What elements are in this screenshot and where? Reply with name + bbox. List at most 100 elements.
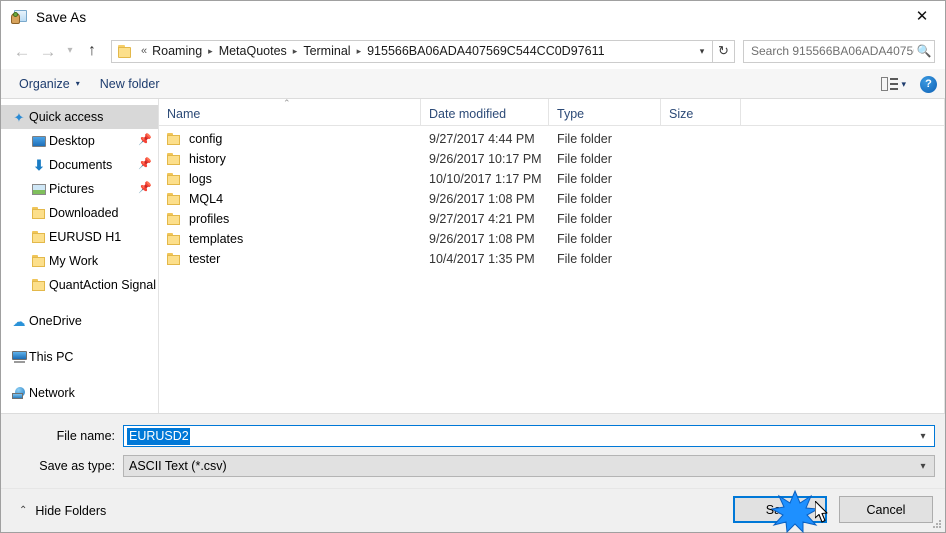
- file-name-label: tester: [189, 252, 221, 266]
- picture-icon: [29, 181, 49, 197]
- toolbar-right-group: ▾ ?: [881, 69, 937, 99]
- file-type-cell: File folder: [557, 252, 612, 266]
- sort-ascending-icon: ⌃: [283, 98, 291, 108]
- organize-label: Organize: [19, 76, 70, 91]
- column-header-size[interactable]: Size: [661, 99, 741, 125]
- file-name-cell: tester: [159, 252, 421, 266]
- save-as-type-chevron-down-icon[interactable]: ▾: [912, 456, 934, 476]
- breadcrumb-item-metaquotes[interactable]: MetaQuotes: [219, 44, 287, 58]
- breadcrumb-overflow[interactable]: «: [141, 45, 147, 57]
- breadcrumb-chevron-down-icon[interactable]: ▾: [692, 41, 712, 62]
- chevron-down-icon: ▾: [75, 79, 80, 88]
- sidebar-item-this-pc[interactable]: This PC: [1, 345, 158, 369]
- view-chevron-down-icon[interactable]: ▾: [901, 79, 906, 90]
- folder-icon: [167, 153, 181, 165]
- search-input[interactable]: Search 915566BA06ADA40756... 🔍: [743, 39, 935, 63]
- table-row[interactable]: profiles 9/27/2017 4:21 PM File folder: [159, 209, 944, 229]
- sidebar-item-label: Desktop: [49, 134, 95, 148]
- sidebar-item-quantaction-signal[interactable]: QuantAction Signal: [1, 273, 158, 297]
- monitor-icon: [29, 133, 49, 149]
- sidebar-item-label: Documents: [49, 158, 113, 172]
- file-name-value: EURUSD2: [127, 427, 190, 445]
- command-toolbar: Organize ▾ New folder ▾ ?: [1, 69, 945, 99]
- file-list: ⌃ Name Date modified Type Size config 9/…: [159, 99, 945, 413]
- table-row[interactable]: config 9/27/2017 4:44 PM File folder: [159, 129, 944, 149]
- organize-button[interactable]: Organize ▾: [9, 73, 90, 95]
- save-as-type-row: Save as type: ASCII Text (*.csv) ▾: [1, 454, 945, 478]
- folder-icon: [167, 133, 181, 145]
- close-icon[interactable]: ✕: [899, 1, 945, 32]
- sidebar-item-quick-access[interactable]: ✦ Quick access: [1, 105, 158, 129]
- column-header-date-modified[interactable]: Date modified: [421, 99, 549, 125]
- save-as-type-select[interactable]: ASCII Text (*.csv) ▾: [123, 455, 935, 477]
- file-type-cell: File folder: [557, 172, 612, 186]
- file-name-cell: templates: [159, 232, 421, 246]
- table-row[interactable]: history 9/26/2017 10:17 PM File folder: [159, 149, 944, 169]
- pin-icon[interactable]: 📌: [138, 135, 152, 146]
- file-name-input[interactable]: EURUSD2 ▾: [123, 425, 935, 447]
- sidebar-item-label: EURUSD H1: [49, 230, 122, 244]
- file-name-label: MQL4: [189, 192, 224, 206]
- sidebar-item-eurusd-h1[interactable]: EURUSD H1: [1, 225, 158, 249]
- file-name-label: logs: [189, 172, 212, 186]
- file-name-label: history: [189, 152, 226, 166]
- back-arrow-icon[interactable]: ←: [9, 38, 35, 64]
- table-row[interactable]: tester 10/4/2017 1:35 PM File folder: [159, 249, 944, 269]
- sidebar-item-pictures[interactable]: Pictures 📌: [1, 177, 158, 201]
- hide-folders-label: Hide Folders: [35, 503, 107, 518]
- navigation-sidebar: ✦ Quick access Desktop 📌 ⬇ Documents 📌 P…: [1, 99, 159, 413]
- sidebar-item-label: This PC: [29, 350, 74, 364]
- folder-icon: [29, 253, 49, 269]
- table-row[interactable]: templates 9/26/2017 1:08 PM File folder: [159, 229, 944, 249]
- window-title: Save As: [36, 9, 87, 25]
- chevron-up-icon: ⌃: [19, 505, 28, 516]
- sidebar-item-label: QuantAction Signal: [49, 278, 157, 292]
- file-name-cell: config: [159, 132, 421, 146]
- sidebar-item-network[interactable]: Network: [1, 381, 158, 405]
- refresh-icon[interactable]: ↻: [713, 39, 735, 63]
- file-type-cell: File folder: [557, 232, 612, 246]
- sidebar-item-documents[interactable]: ⬇ Documents 📌: [1, 153, 158, 177]
- title-bar: Save As ✕: [1, 1, 945, 33]
- sidebar-item-my-work[interactable]: My Work: [1, 249, 158, 273]
- hide-folders-button[interactable]: ⌃ Hide Folders: [19, 504, 106, 518]
- search-icon: 🔍: [916, 44, 932, 58]
- breadcrumb-item-roaming[interactable]: Roaming: [152, 44, 202, 58]
- breadcrumb[interactable]: « Roaming ▸ MetaQuotes ▸ Terminal ▸ 9155…: [111, 39, 713, 63]
- file-type-cell: File folder: [557, 152, 612, 166]
- file-name-cell: profiles: [159, 212, 421, 226]
- file-name-label: File name:: [56, 429, 115, 443]
- file-date-cell: 9/27/2017 4:21 PM: [429, 212, 535, 226]
- sidebar-item-label: Downloaded: [49, 206, 119, 220]
- dialog-body: ✦ Quick access Desktop 📌 ⬇ Documents 📌 P…: [1, 99, 945, 413]
- pin-icon[interactable]: 📌: [138, 183, 152, 194]
- up-arrow-icon[interactable]: ↑: [79, 38, 105, 64]
- folder-icon: [167, 193, 181, 205]
- help-button[interactable]: ?: [920, 75, 937, 93]
- pc-icon: [9, 349, 29, 365]
- table-row[interactable]: MQL4 9/26/2017 1:08 PM File folder: [159, 189, 944, 209]
- sidebar-item-downloaded[interactable]: Downloaded: [1, 201, 158, 225]
- resize-grip[interactable]: [933, 520, 942, 529]
- cancel-button[interactable]: Cancel: [839, 496, 933, 523]
- address-bar: ← → ▾ ↑ « Roaming ▸ MetaQuotes ▸ Termina…: [1, 33, 945, 69]
- sidebar-item-label: Network: [29, 386, 75, 400]
- recent-locations-chevron-down-icon[interactable]: ▾: [61, 38, 79, 64]
- file-type-cell: File folder: [557, 192, 612, 206]
- breadcrumb-item-terminal[interactable]: Terminal: [303, 44, 350, 58]
- pin-icon[interactable]: 📌: [138, 159, 152, 170]
- view-layout-icon[interactable]: [881, 77, 899, 91]
- forward-arrow-icon[interactable]: →: [35, 38, 61, 64]
- column-header-type[interactable]: Type: [549, 99, 661, 125]
- breadcrumb-item-terminal-id[interactable]: 915566BA06ADA407569C544CC0D97611: [367, 44, 692, 58]
- file-name-chevron-down-icon[interactable]: ▾: [912, 426, 934, 446]
- sidebar-item-desktop[interactable]: Desktop 📌: [1, 129, 158, 153]
- sidebar-item-label: OneDrive: [29, 314, 82, 328]
- new-folder-button[interactable]: New folder: [90, 73, 170, 95]
- sidebar-item-onedrive[interactable]: ☁ OneDrive: [1, 309, 158, 333]
- save-as-type-value: ASCII Text (*.csv): [129, 459, 227, 473]
- table-row[interactable]: logs 10/10/2017 1:17 PM File folder: [159, 169, 944, 189]
- cloud-icon: ☁: [12, 313, 26, 329]
- save-button[interactable]: Save: [733, 496, 827, 523]
